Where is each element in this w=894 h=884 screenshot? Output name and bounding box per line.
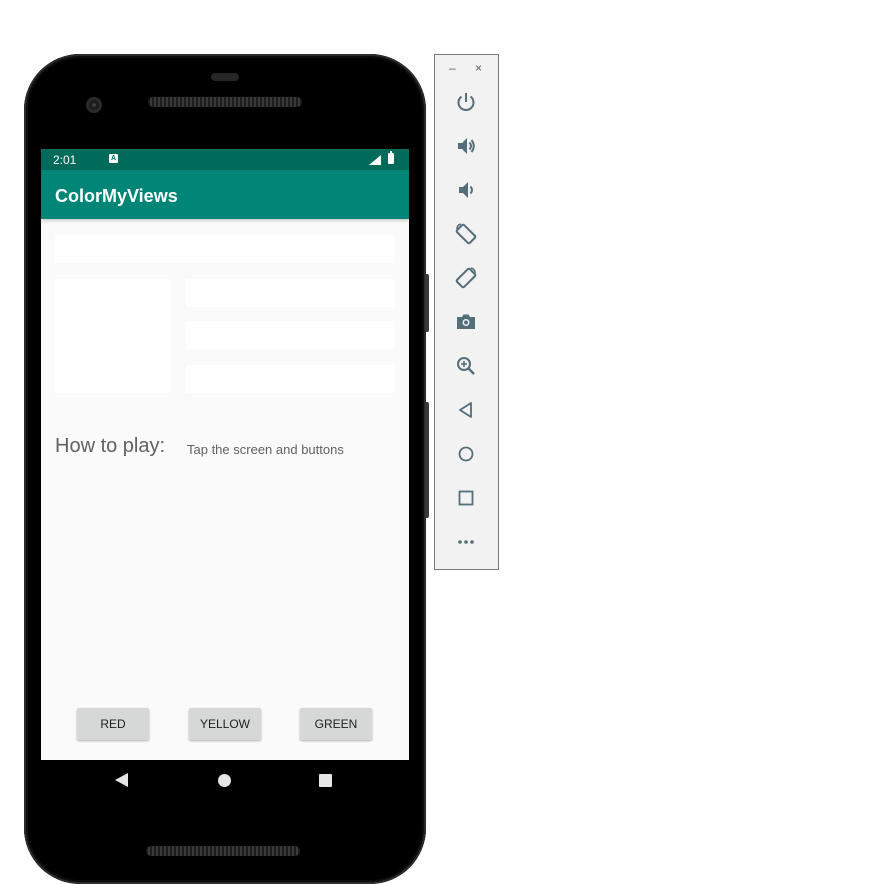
volume-down-icon [459,182,473,198]
notification-badge-icon: A [109,154,118,163]
battery-icon [388,151,394,164]
box-three[interactable] [186,279,395,307]
power-button[interactable] [451,87,481,117]
zoom-icon [457,357,475,375]
rotate-right-icon [455,267,477,289]
box-two[interactable] [55,279,171,393]
box-four[interactable] [186,321,395,349]
instructions-label[interactable]: Tap the screen and buttons [187,442,344,457]
app-bar: ColorMyViews [41,170,409,219]
minimize-button[interactable]: – [449,61,456,75]
screenshot-button[interactable] [451,307,481,337]
camera-icon [457,314,475,329]
close-button[interactable]: × [475,61,482,75]
volume-key [425,402,429,518]
rotate-left-button[interactable] [451,219,481,249]
green-button[interactable]: GREEN [300,708,372,740]
back-button[interactable] [451,395,481,425]
power-key [425,274,429,332]
zoom-button[interactable] [451,351,481,381]
signal-icon [369,155,381,165]
status-time: 2:01 [53,153,77,167]
phone-screen[interactable]: 2:01 A ColorMyViews How to play: Tap the… [41,149,409,760]
status-bar: 2:01 A [41,149,409,170]
bottom-speaker-grille [146,846,300,856]
how-to-play-label[interactable]: How to play: [55,435,165,458]
power-icon [457,93,475,111]
box-one[interactable] [55,235,395,263]
emulator-toolbar: – × [434,54,499,570]
home-button[interactable] [451,439,481,469]
yellow-button[interactable]: YELLOW [189,708,261,740]
app-title: ColorMyViews [55,186,178,206]
front-camera-icon [86,97,102,113]
rotate-right-button[interactable] [451,263,481,293]
nav-back-icon[interactable] [115,773,128,787]
volume-up-button[interactable] [451,131,481,161]
nav-recents-icon[interactable] [319,774,332,787]
home-icon [458,446,474,462]
overview-icon [458,490,474,506]
rotate-left-icon [455,223,477,245]
earpiece [211,73,239,81]
volume-up-icon [458,138,475,154]
more-button[interactable] [451,527,481,557]
back-icon [459,402,472,418]
more-icon [458,540,474,544]
box-five[interactable] [186,365,395,393]
overview-button[interactable] [451,483,481,513]
top-speaker-grille [148,97,302,107]
nav-home-icon[interactable] [218,774,231,787]
red-button[interactable]: RED [77,708,149,740]
volume-down-button[interactable] [451,175,481,205]
